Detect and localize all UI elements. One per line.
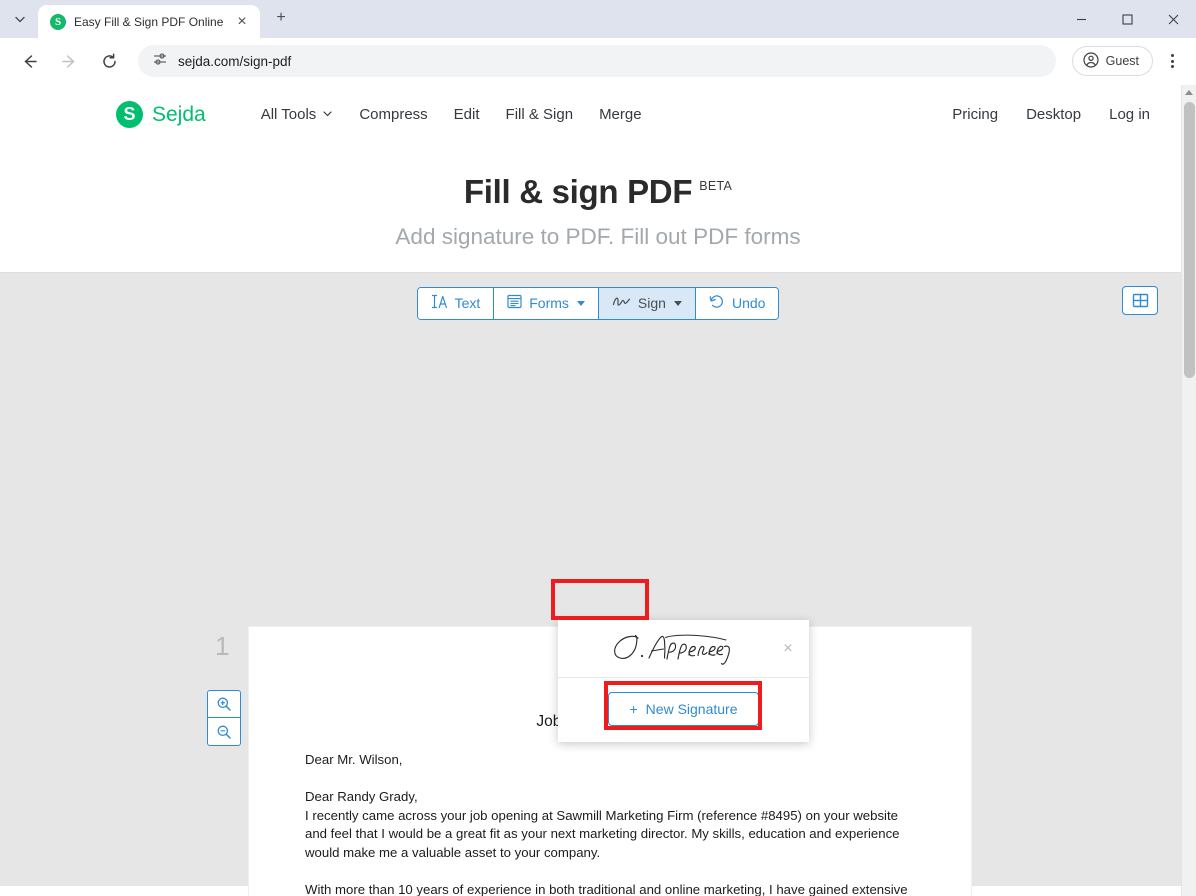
- text-cursor-icon: [431, 294, 448, 312]
- toolbar-button-sign[interactable]: Sign: [598, 287, 696, 319]
- form-icon: [507, 294, 522, 312]
- zoom-controls: [207, 690, 241, 746]
- sejda-favicon: S: [50, 13, 66, 30]
- site-header: S Sejda All Tools Compress Edit Fill & S…: [0, 85, 1196, 144]
- close-icon[interactable]: ×: [232, 12, 252, 32]
- grid-view-icon[interactable]: [1122, 286, 1158, 315]
- toolbar-button-undo[interactable]: Undo: [695, 287, 779, 319]
- browser-menu-icon[interactable]: [1158, 46, 1186, 76]
- page-title-text: Fill & sign PDF: [463, 173, 693, 210]
- saved-signature-item[interactable]: ×: [558, 620, 809, 678]
- zoom-out-icon[interactable]: [208, 718, 240, 745]
- new-signature-label: New Signature: [645, 701, 738, 717]
- minimize-icon[interactable]: [1058, 0, 1104, 38]
- signature-dropdown-panel: × + New Signature: [558, 620, 809, 742]
- browser-tab[interactable]: S Easy Fill & Sign PDF Online ×: [38, 5, 260, 38]
- window-close-icon[interactable]: [1150, 0, 1196, 38]
- profile-button[interactable]: Guest: [1071, 46, 1153, 76]
- url-text: sejda.com/sign-pdf: [178, 53, 292, 69]
- handwritten-signature-icon: [613, 634, 730, 665]
- undo-arrow-icon: [709, 294, 725, 312]
- nav-item-log-in[interactable]: Log in: [1109, 106, 1150, 123]
- editor-toolbar-row: Text Forms Sign Undo: [0, 273, 1196, 333]
- sejda-logo-text: Sejda: [152, 102, 206, 126]
- toolbar-button-text[interactable]: Text: [417, 287, 495, 319]
- page-viewport: S Sejda All Tools Compress Edit Fill & S…: [0, 85, 1196, 896]
- toolbar-button-label: Text: [454, 295, 481, 311]
- remove-signature-icon[interactable]: ×: [777, 638, 799, 660]
- pdf-editor-canvas: Text Forms Sign Undo 1 Job Dear Mr. Wils…: [0, 272, 1196, 896]
- nav-item-edit[interactable]: Edit: [454, 106, 480, 123]
- beta-badge: BETA: [699, 179, 733, 193]
- signature-dropdown-footer: + New Signature: [558, 678, 809, 742]
- new-signature-button[interactable]: + New Signature: [608, 692, 759, 726]
- nav-item-all-tools[interactable]: All Tools: [261, 106, 334, 123]
- maximize-icon[interactable]: [1104, 0, 1150, 38]
- document-paragraph: With more than 10 years of experience in…: [305, 881, 908, 896]
- zoom-in-icon[interactable]: [208, 691, 240, 718]
- page-title: Fill & sign PDF BETA: [0, 173, 1196, 211]
- chevron-down-icon: [576, 300, 585, 306]
- editor-toolbar: Text Forms Sign Undo: [416, 286, 780, 320]
- forward-icon: [54, 46, 84, 76]
- page-subtitle: Add signature to PDF. Fill out PDF forms: [395, 224, 801, 249]
- chevron-down-icon: [322, 106, 333, 123]
- address-bar[interactable]: sejda.com/sign-pdf: [138, 45, 1056, 77]
- plus-icon: +: [629, 701, 638, 717]
- new-tab-icon[interactable]: +: [268, 5, 294, 31]
- site-settings-icon[interactable]: [152, 51, 168, 72]
- toolbar-button-forms[interactable]: Forms: [494, 287, 599, 319]
- profile-label: Guest: [1105, 54, 1139, 68]
- page-scrollbar[interactable]: [1181, 85, 1196, 896]
- signature-icon: [612, 295, 631, 312]
- document-paragraph: Dear Mr. Wilson,: [305, 752, 403, 767]
- toolbar-button-label: Forms: [529, 295, 569, 311]
- signature-preview[interactable]: [572, 629, 777, 669]
- nav-item-desktop[interactable]: Desktop: [1026, 106, 1081, 123]
- primary-nav: All Tools Compress Edit Fill & Sign Merg…: [261, 106, 642, 123]
- toolbar-button-label: Sign: [637, 295, 666, 311]
- scrollbar-thumb[interactable]: [1184, 102, 1195, 378]
- nav-item-label: All Tools: [260, 106, 317, 123]
- toolbar-button-label: Undo: [731, 295, 766, 311]
- browser-tab-strip: S Easy Fill & Sign PDF Online × +: [0, 0, 1196, 38]
- chevron-down-icon: [673, 300, 682, 306]
- sejda-logo[interactable]: S Sejda: [116, 101, 206, 128]
- nav-item-merge[interactable]: Merge: [599, 106, 642, 123]
- browser-toolbar: sejda.com/sign-pdf Guest: [0, 38, 1196, 85]
- highlight-box-sign-button: [551, 579, 649, 620]
- tab-search-icon[interactable]: [6, 5, 34, 33]
- page-number-label: 1: [215, 631, 230, 661]
- back-icon[interactable]: [14, 46, 44, 76]
- nav-item-pricing[interactable]: Pricing: [952, 106, 998, 123]
- nav-item-fill-and-sign[interactable]: Fill & Sign: [506, 106, 574, 123]
- secondary-nav: Pricing Desktop Log in: [952, 106, 1150, 123]
- tab-title: Easy Fill & Sign PDF Online: [74, 14, 224, 29]
- scroll-up-icon[interactable]: [1182, 85, 1196, 100]
- window-controls: [1058, 0, 1196, 38]
- document-paragraph: Dear Randy Grady, I recently came across…: [305, 788, 900, 861]
- reload-icon[interactable]: [94, 46, 124, 76]
- account-circle-icon: [1083, 51, 1099, 71]
- nav-item-compress[interactable]: Compress: [359, 106, 427, 123]
- sejda-logo-mark: S: [116, 101, 143, 128]
- hero-section: Fill & sign PDF BETA Add signature to PDF…: [0, 144, 1196, 272]
